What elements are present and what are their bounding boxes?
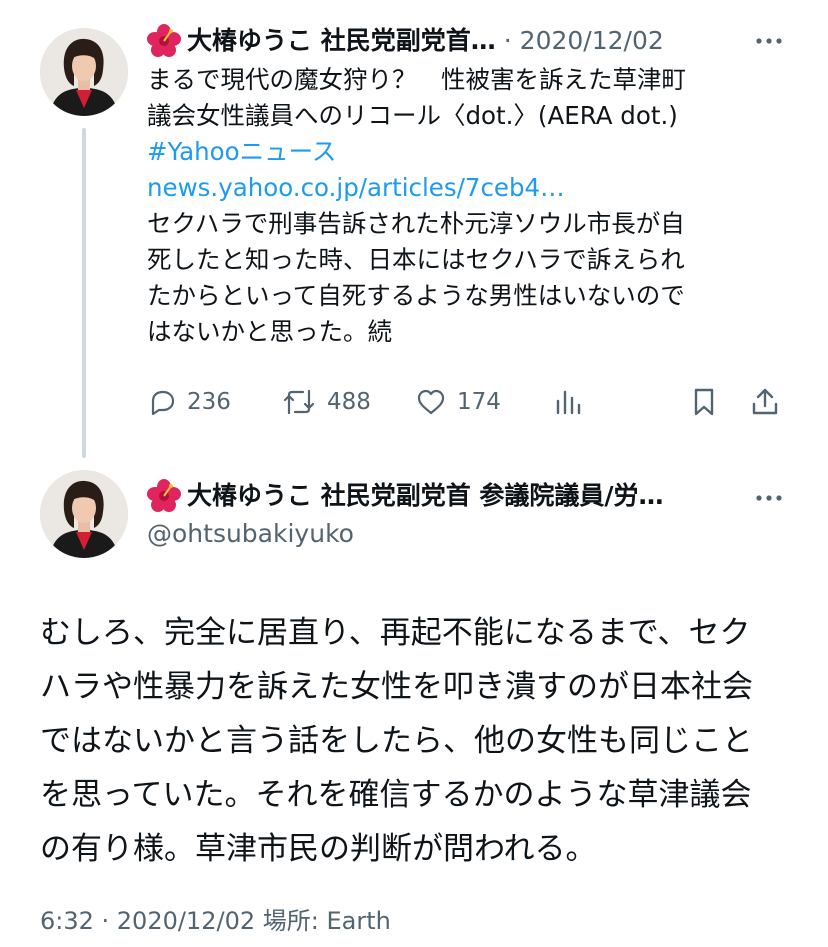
separator: ·	[503, 26, 512, 55]
like-button[interactable]: 174	[415, 384, 501, 420]
bookmark-icon	[694, 388, 714, 416]
tweet-text-line: ではないかと言う話をしたら、他の女性も同じこと	[40, 723, 753, 759]
share-icon	[752, 388, 778, 415]
hibiscus-icon	[147, 479, 181, 513]
display-name[interactable]: 大椿ゆうこ 社民党副党首…	[187, 24, 496, 58]
tweet-date[interactable]: 2020/12/02	[520, 24, 664, 58]
tweet-text-line: ハラや性暴力を訴えた女性を叩き潰すのが日本社会	[40, 669, 753, 705]
tweet-text-line: たからといって自死するような男性はいないので	[147, 281, 685, 310]
tweet-header: 大椿ゆうこ 社民党副党首… · 2020/12/02	[147, 24, 664, 58]
share-button[interactable]	[749, 384, 781, 420]
like-icon	[417, 389, 445, 415]
tweet-text-line: の有り様。草津市民の判断が問われる。	[40, 831, 597, 867]
retweet-count: 488	[327, 389, 371, 415]
article-link[interactable]: news.yahoo.co.jp/articles/7ceb4…	[147, 170, 686, 206]
tweet-header: 大椿ゆうこ 社民党副党首 参議院議員/労…	[147, 479, 664, 513]
tweet-timestamp-location[interactable]: 6:32 · 2020/12/02 場所: Earth	[40, 904, 391, 938]
avatar[interactable]	[40, 28, 128, 116]
tweet-text-line: を思っていた。それを確信するかのような草津議会	[40, 777, 752, 813]
handle-row: @ohtsubakiyuko	[147, 517, 354, 551]
tweet-text-line: むしろ、完全に居直り、再起不能になるまで、セク	[40, 615, 751, 651]
tweet-actions: 236 488 174	[147, 384, 787, 420]
main-tweet-text: むしろ、完全に居直り、再起不能になるまで、セク ハラや性暴力を訴えた女性を叩き潰…	[40, 606, 753, 876]
tweet-text: まるで現代の魔女狩り？ 性被害を訴えた草津町 議会女性議員へのリコール〈dot.…	[147, 62, 686, 350]
views-button[interactable]	[553, 384, 583, 420]
tweet-text-line: 議会女性議員へのリコール〈dot.〉(AERA dot.)	[147, 101, 678, 130]
avatar[interactable]	[40, 470, 128, 558]
reply-button[interactable]: 236	[147, 384, 231, 420]
retweet-icon	[283, 389, 315, 415]
more-icon[interactable]	[754, 36, 784, 46]
bookmark-button[interactable]	[689, 384, 719, 420]
tweet-text-line: 死したと知った時、日本にはセクハラで訴えられ	[147, 245, 685, 274]
hibiscus-icon	[147, 24, 181, 58]
views-icon	[556, 390, 581, 415]
more-icon[interactable]	[754, 493, 784, 503]
retweet-button[interactable]: 488	[281, 384, 371, 420]
hashtag-link[interactable]: #Yahooニュース	[147, 134, 686, 170]
thread-line	[82, 128, 86, 458]
display-name[interactable]: 大椿ゆうこ 社民党副党首 参議院議員/労…	[187, 479, 664, 513]
reply-icon	[151, 390, 175, 416]
tweet-text-line: まるで現代の魔女狩り？ 性被害を訴えた草津町	[147, 65, 686, 94]
reply-count: 236	[187, 389, 231, 415]
tweet-text-line: セクハラで刑事告訴された朴元淳ソウル市長が自	[147, 209, 685, 238]
tweet-text-line: はないかと思った。続	[147, 317, 392, 346]
like-count: 174	[457, 389, 501, 415]
user-handle[interactable]: @ohtsubakiyuko	[147, 517, 354, 551]
